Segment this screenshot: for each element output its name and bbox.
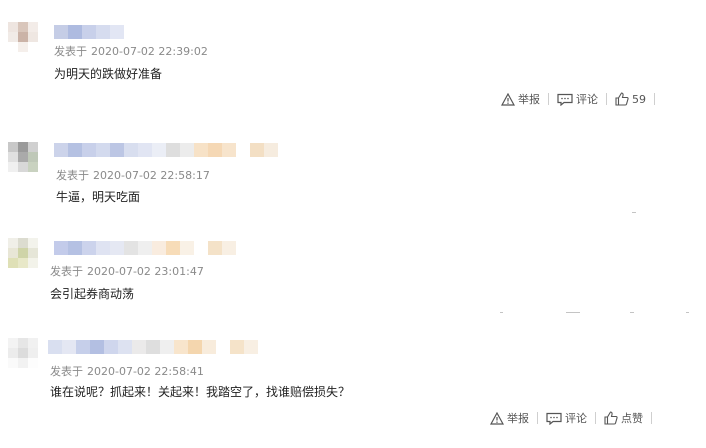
- divider: [651, 412, 652, 424]
- like-label: 点赞: [621, 412, 643, 425]
- report-button[interactable]: 举报: [493, 91, 548, 107]
- posted-prefix: 发表于: [50, 365, 83, 378]
- report-button[interactable]: 举报: [482, 410, 537, 426]
- timestamp: 2020-07-02 22:58:41: [87, 365, 204, 378]
- comment-text: 会引起券商动荡: [50, 287, 135, 301]
- comment-item: 发表于 2020-07-02 22:58:17 牛逼，明天吃面: [0, 120, 706, 230]
- like-count: 59: [632, 92, 646, 106]
- like-button[interactable]: 59: [607, 92, 654, 106]
- username[interactable]: [54, 143, 278, 157]
- comment-button[interactable]: 评论: [538, 410, 595, 426]
- divider: [654, 93, 655, 105]
- comment-text: 谁在说呢？抓起来！关起来！我踏空了，找谁赔偿损失？: [50, 385, 351, 399]
- warning-icon: [501, 92, 515, 106]
- timestamp: 2020-07-02 22:58:17: [93, 169, 210, 182]
- divider: [500, 312, 503, 313]
- username[interactable]: [48, 340, 272, 354]
- comment-icon: [546, 412, 562, 425]
- avatar[interactable]: [8, 22, 38, 52]
- comment-item: 发表于 2020-07-02 23:01:47 会引起券商动荡: [0, 230, 706, 330]
- comment-text: 牛逼，明天吃面: [56, 190, 141, 204]
- divider: [632, 212, 636, 213]
- divider: [630, 312, 634, 313]
- post-meta: 发表于 2020-07-02 22:39:02: [54, 43, 208, 59]
- posted-prefix: 发表于: [50, 265, 83, 278]
- post-meta: 发表于 2020-07-02 22:58:17: [56, 167, 210, 183]
- divider: [566, 312, 580, 313]
- username[interactable]: [54, 25, 124, 39]
- like-button[interactable]: 点赞: [596, 410, 651, 426]
- avatar[interactable]: [8, 142, 38, 172]
- comment-text: 为明天的跌做好准备: [54, 67, 163, 81]
- thumbs-up-icon: [604, 411, 618, 425]
- comment-label: 评论: [576, 93, 598, 106]
- comment-item: 发表于 2020-07-02 22:58:41 谁在说呢？抓起来！关起来！我踏空了…: [0, 330, 706, 448]
- timestamp: 2020-07-02 22:39:02: [91, 45, 208, 58]
- divider: [686, 312, 689, 313]
- comment-icon: [557, 93, 573, 106]
- comment-button[interactable]: 评论: [549, 91, 606, 107]
- avatar[interactable]: [8, 238, 38, 268]
- comment-actions: 举报 评论 59: [493, 91, 655, 107]
- username[interactable]: [54, 241, 236, 255]
- warning-icon: [490, 411, 504, 425]
- report-label: 举报: [507, 412, 529, 425]
- comment-label: 评论: [565, 412, 587, 425]
- posted-prefix: 发表于: [56, 169, 89, 182]
- thumbs-up-icon: [615, 92, 629, 106]
- comment-item: 发表于 2020-07-02 22:39:02 为明天的跌做好准备 举报 评论: [0, 0, 706, 120]
- comment-list: 发表于 2020-07-02 22:39:02 为明天的跌做好准备 举报 评论: [0, 0, 706, 448]
- avatar[interactable]: [8, 338, 38, 368]
- posted-prefix: 发表于: [54, 45, 87, 58]
- comment-actions: 举报 评论 点赞: [482, 410, 652, 426]
- post-meta: 发表于 2020-07-02 23:01:47: [50, 263, 204, 279]
- report-label: 举报: [518, 93, 540, 106]
- post-meta: 发表于 2020-07-02 22:58:41: [50, 363, 204, 379]
- timestamp: 2020-07-02 23:01:47: [87, 265, 204, 278]
